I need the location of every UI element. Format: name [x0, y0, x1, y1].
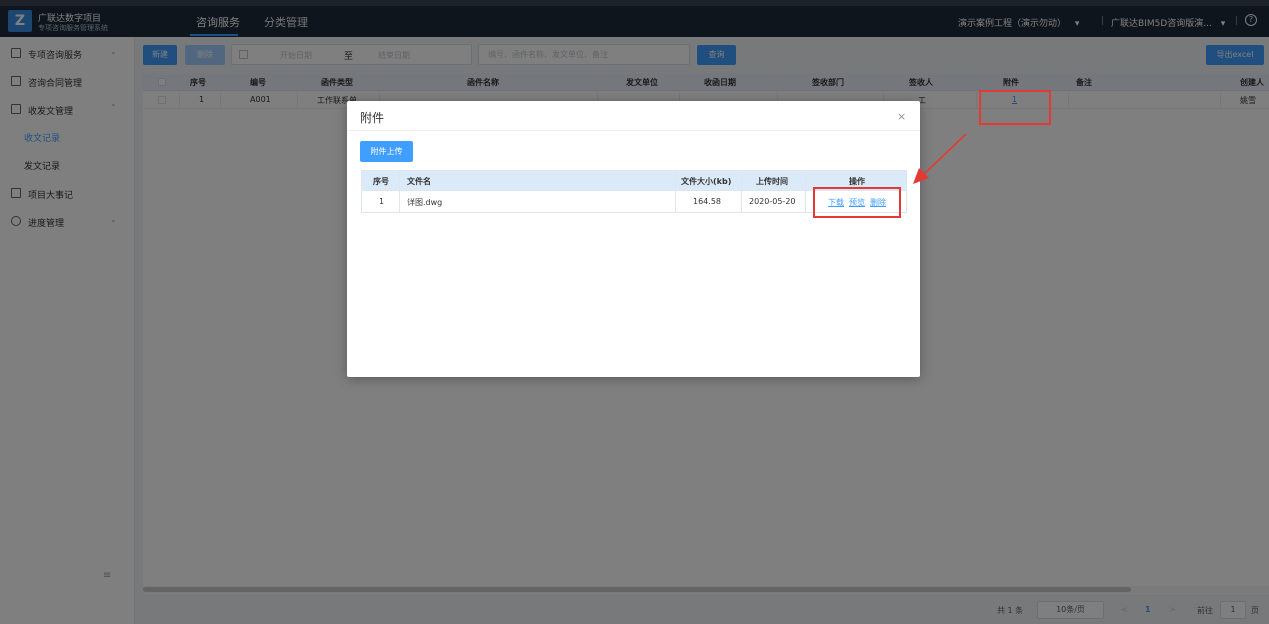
annotation-arrow-icon: [913, 133, 967, 184]
